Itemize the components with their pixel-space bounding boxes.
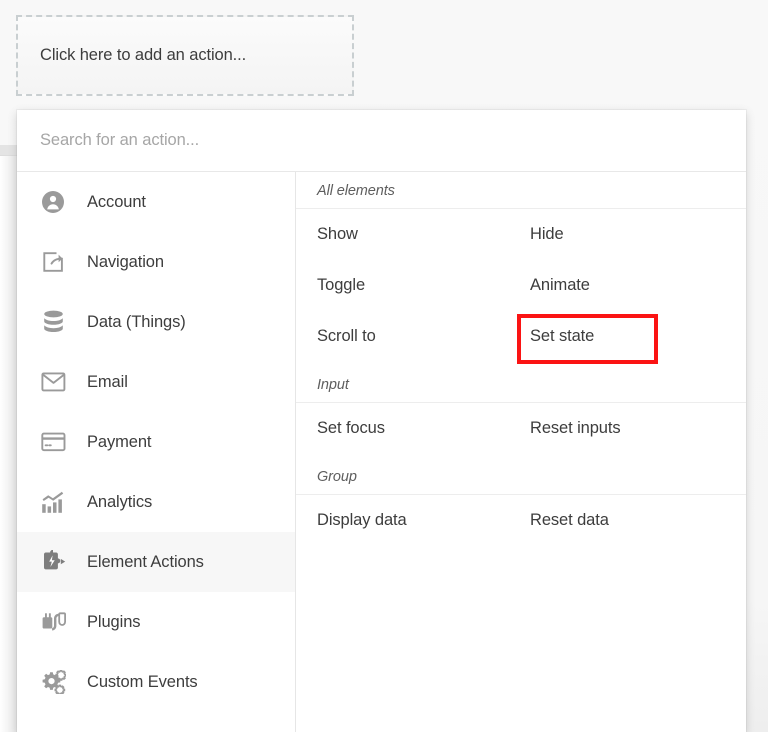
action-option[interactable]: Hide xyxy=(511,225,564,244)
action-group-header: Group xyxy=(296,458,746,495)
action-row: ToggleAnimate xyxy=(296,260,746,311)
action-group-rows: Display dataReset data xyxy=(296,495,746,550)
sidebar-item-label: Plugins xyxy=(87,613,140,632)
sidebar-item-navigation[interactable]: Navigation xyxy=(17,232,295,292)
gutter-divider xyxy=(0,155,17,156)
add-action-placeholder-label: Click here to add an action... xyxy=(40,46,246,65)
sidebar-item-label: Custom Events xyxy=(87,673,198,692)
database-icon xyxy=(40,309,66,335)
gears-icon xyxy=(40,669,66,695)
sidebar-item-label: Email xyxy=(87,373,128,392)
action-option[interactable]: Show xyxy=(296,225,511,244)
action-group-rows: ShowHideToggleAnimateScroll toSet state xyxy=(296,209,746,366)
action-option[interactable]: Set focus xyxy=(296,419,511,438)
sidebar-item-label: Navigation xyxy=(87,253,164,272)
action-row: Display dataReset data xyxy=(296,495,746,546)
action-row: ShowHide xyxy=(296,209,746,260)
sidebar-item-custom-events[interactable]: Custom Events xyxy=(17,652,295,712)
sidebar-item-label: Element Actions xyxy=(87,553,204,572)
puzzle-bolt-icon xyxy=(40,549,66,575)
sidebar-item-label: Data (Things) xyxy=(87,313,186,332)
bar-chart-icon xyxy=(40,489,66,515)
action-option[interactable]: Animate xyxy=(511,276,590,295)
envelope-icon xyxy=(40,369,66,395)
credit-card-icon xyxy=(40,429,66,455)
action-group-header: Input xyxy=(296,366,746,403)
add-action-placeholder[interactable]: Click here to add an action... xyxy=(16,15,354,96)
search-row xyxy=(17,110,746,172)
sidebar-item-element-actions[interactable]: Element Actions xyxy=(17,532,295,592)
left-gutter-strip xyxy=(0,145,17,732)
sidebar-item-account[interactable]: Account xyxy=(17,172,295,232)
search-input[interactable] xyxy=(40,131,690,150)
action-picker-popup: Account Navigation Data (Things) Email P… xyxy=(17,110,746,732)
popup-body: Account Navigation Data (Things) Email P… xyxy=(17,172,746,732)
sidebar-item-payment[interactable]: Payment xyxy=(17,412,295,472)
action-option[interactable]: Reset data xyxy=(511,511,609,530)
action-row: Scroll toSet state xyxy=(296,311,746,362)
action-row: Set focusReset inputs xyxy=(296,403,746,454)
sidebar-item-label: Payment xyxy=(87,433,151,452)
user-circle-icon xyxy=(40,189,66,215)
share-box-icon xyxy=(40,249,66,275)
action-group-rows: Set focusReset inputs xyxy=(296,403,746,458)
action-option-highlighted[interactable]: Set state xyxy=(511,327,594,346)
action-list: All elementsShowHideToggleAnimateScroll … xyxy=(296,172,746,732)
plug-icon xyxy=(40,609,66,635)
sidebar-item-label: Account xyxy=(87,193,146,212)
sidebar-item-analytics[interactable]: Analytics xyxy=(17,472,295,532)
sidebar-item-label: Analytics xyxy=(87,493,152,512)
action-group-header: All elements xyxy=(296,172,746,209)
action-option[interactable]: Scroll to xyxy=(296,327,511,346)
sidebar-item-email[interactable]: Email xyxy=(17,352,295,412)
sidebar-item-data-things[interactable]: Data (Things) xyxy=(17,292,295,352)
category-sidebar: Account Navigation Data (Things) Email P… xyxy=(17,172,296,732)
action-option[interactable]: Toggle xyxy=(296,276,511,295)
action-option[interactable]: Reset inputs xyxy=(511,419,621,438)
sidebar-item-plugins[interactable]: Plugins xyxy=(17,592,295,652)
action-option[interactable]: Display data xyxy=(296,511,511,530)
